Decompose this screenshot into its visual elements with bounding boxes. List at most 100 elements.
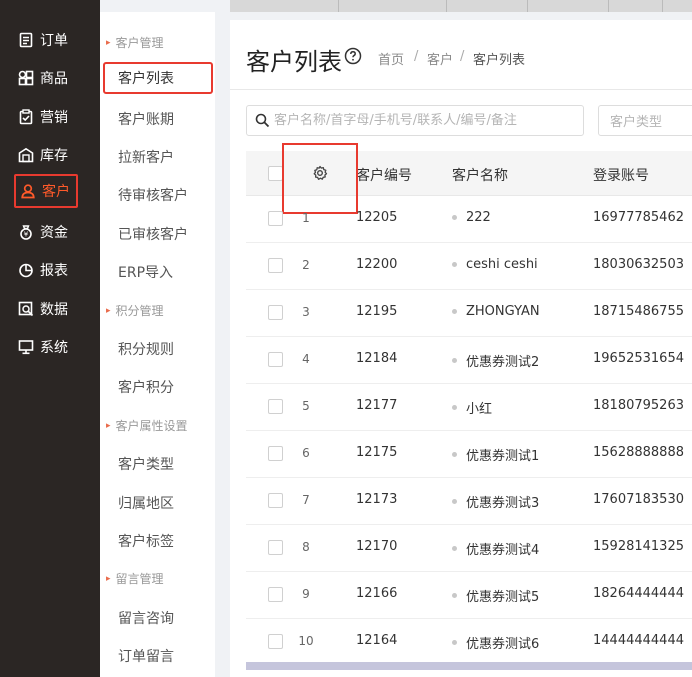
marketing-icon [14, 109, 40, 125]
breadcrumb-customers[interactable]: 客户 [427, 49, 453, 68]
customer-name[interactable]: ceshi ceshi [452, 257, 538, 272]
customer-name[interactable]: 小红 [452, 398, 492, 417]
row-checkbox[interactable] [268, 446, 283, 461]
search-input[interactable] [274, 113, 574, 128]
sidebar-item-inventory[interactable]: 库存 [14, 138, 78, 172]
column-header-name[interactable]: 客户名称 [452, 165, 508, 185]
table-row[interactable]: 1 12205 222 16977785462 [246, 196, 692, 243]
subnav-item-customer-tags[interactable]: 客户标签 [118, 531, 174, 551]
subnav-item-order-messages[interactable]: 订单留言 [118, 646, 174, 666]
sidebar-item-goods[interactable]: 商品 [14, 61, 78, 95]
row-index: 1 [302, 211, 310, 225]
table-row[interactable]: 9 12166 优惠券测试5 18264444444 [246, 572, 692, 619]
row-checkbox[interactable] [268, 211, 283, 226]
sidebar-item-label: 商品 [40, 71, 68, 87]
status-dot [452, 358, 457, 363]
column-header-account[interactable]: 登录账号 [593, 165, 649, 185]
subnav-item-inquiries[interactable]: 留言咨询 [118, 608, 174, 628]
sidebar-item-customers[interactable]: 客户 [14, 174, 78, 208]
sub-navigation: ▸ 客户管理 客户列表 客户账期 拉新客户 待审核客户 已审核客户 ERP导入 ▸… [100, 12, 215, 677]
main-sidebar: 订单 商品 营销 库存 客户 ¥ 资金 报表 数据 系统 [0, 0, 100, 677]
table-row[interactable]: 8 12170 优惠券测试4 15928141325 [246, 525, 692, 572]
breadcrumb-home[interactable]: 首页 [378, 49, 404, 68]
subnav-item-region[interactable]: 归属地区 [118, 493, 174, 513]
main-content: 客户列表 首页 / 客户 / 客户列表 客户类型 客户编号 客户名称 登录账号 … [230, 20, 692, 677]
row-checkbox[interactable] [268, 493, 283, 508]
row-checkbox[interactable] [268, 352, 283, 367]
column-header-code[interactable]: 客户编号 [356, 165, 412, 185]
customer-type-select[interactable]: 客户类型 [598, 105, 692, 136]
customer-name[interactable]: 222 [452, 210, 491, 225]
select-all-checkbox[interactable] [268, 166, 283, 181]
row-checkbox[interactable] [268, 540, 283, 555]
subnav-item-new-customers[interactable]: 拉新客户 [118, 147, 174, 167]
warehouse-icon [14, 147, 40, 163]
customer-name[interactable]: 优惠券测试1 [452, 445, 539, 464]
login-account: 15628888888 [593, 445, 684, 460]
subnav-item-customer-type[interactable]: 客户类型 [118, 454, 174, 474]
top-strip [230, 0, 692, 12]
help-icon[interactable] [344, 47, 362, 65]
status-dot [452, 452, 457, 457]
row-checkbox[interactable] [268, 305, 283, 320]
header-divider [230, 89, 692, 90]
subnav-item-customer-list[interactable]: 客户列表 [103, 62, 213, 94]
row-checkbox[interactable] [268, 634, 283, 649]
sidebar-item-label: 营销 [40, 110, 68, 126]
group-marker-icon: ▸ [106, 305, 111, 316]
strip-divider [446, 0, 447, 12]
row-checkbox[interactable] [268, 587, 283, 602]
strip-divider [608, 0, 609, 12]
pie-chart-icon [14, 262, 40, 278]
horizontal-scrollbar[interactable] [246, 662, 692, 670]
customer-name[interactable]: 优惠券测试4 [452, 539, 539, 558]
sidebar-item-system[interactable]: 系统 [14, 330, 78, 364]
search-box[interactable] [246, 105, 584, 136]
table-row[interactable]: 5 12177 小红 18180795263 [246, 384, 692, 431]
sidebar-item-label: 客户 [42, 184, 70, 200]
money-bag-icon: ¥ [14, 224, 40, 240]
row-checkbox[interactable] [268, 399, 283, 414]
customer-name[interactable]: 优惠券测试2 [452, 351, 539, 370]
sidebar-item-label: 资金 [40, 225, 68, 241]
login-account: 18030632503 [593, 257, 684, 272]
subnav-item-customer-credit[interactable]: 客户账期 [118, 109, 174, 129]
group-marker-icon: ▸ [106, 420, 111, 431]
subnav-group-title: ▸ 客户管理 [106, 36, 164, 50]
status-dot [452, 640, 457, 645]
row-index: 2 [302, 258, 310, 272]
sidebar-item-orders[interactable]: 订单 [14, 23, 78, 57]
subnav-item-reviewed[interactable]: 已审核客户 [118, 224, 188, 244]
login-account: 18264444444 [593, 586, 684, 601]
strip-divider [338, 0, 339, 12]
sidebar-item-reports[interactable]: 报表 [14, 253, 78, 287]
subnav-group-title: ▸ 客户属性设置 [106, 419, 188, 433]
sidebar-item-funds[interactable]: ¥ 资金 [14, 215, 78, 249]
customer-name[interactable]: ZHONGYAN [452, 304, 540, 319]
table-row[interactable]: 6 12175 优惠券测试1 15628888888 [246, 431, 692, 478]
subnav-item-pending-review[interactable]: 待审核客户 [118, 185, 188, 205]
row-index: 4 [302, 352, 310, 366]
table-row[interactable]: 2 12200 ceshi ceshi 18030632503 [246, 243, 692, 290]
breadcrumb-current: 客户列表 [473, 53, 526, 68]
subnav-item-erp-import[interactable]: ERP导入 [118, 262, 173, 282]
login-account: 17607183530 [593, 492, 684, 507]
customer-name[interactable]: 优惠券测试5 [452, 586, 539, 605]
subnav-item-points-rules[interactable]: 积分规则 [118, 339, 174, 359]
sidebar-item-label: 报表 [40, 263, 68, 279]
table-row[interactable]: 4 12184 优惠券测试2 19652531654 [246, 337, 692, 384]
sidebar-item-data[interactable]: 数据 [14, 292, 78, 326]
subnav-item-customer-points[interactable]: 客户积分 [118, 377, 174, 397]
login-account: 19652531654 [593, 351, 684, 366]
svg-text:¥: ¥ [24, 231, 29, 239]
table-row[interactable]: 10 12164 优惠券测试6 14444444444 [246, 619, 692, 666]
group-marker-icon: ▸ [106, 37, 111, 48]
sidebar-item-marketing[interactable]: 营销 [14, 100, 78, 134]
customer-name[interactable]: 优惠券测试3 [452, 492, 539, 511]
table-row[interactable]: 3 12195 ZHONGYAN 18715486755 [246, 290, 692, 337]
row-checkbox[interactable] [268, 258, 283, 273]
table-row[interactable]: 7 12173 优惠券测试3 17607183530 [246, 478, 692, 525]
breadcrumb-separator: / [414, 49, 419, 64]
login-account: 18715486755 [593, 304, 684, 319]
customer-name[interactable]: 优惠券测试6 [452, 633, 539, 652]
